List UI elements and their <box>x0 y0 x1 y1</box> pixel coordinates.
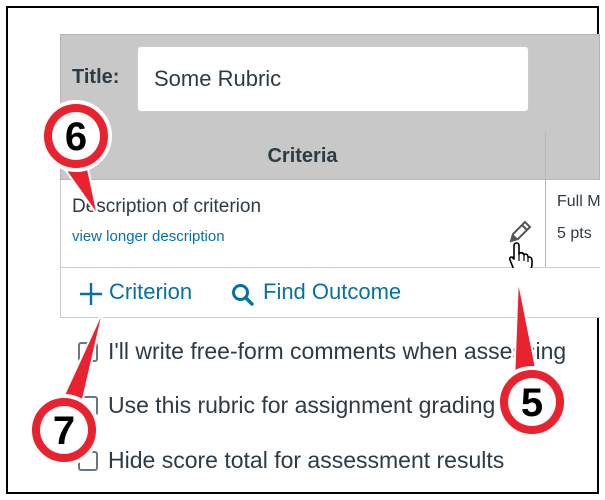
callout-5: 5 <box>496 277 568 438</box>
search-icon[interactable] <box>231 283 255 312</box>
title-input[interactable]: Some Rubric <box>137 46 529 112</box>
callout-7-number: 7 <box>53 409 75 453</box>
callout-5-number: 5 <box>521 381 543 425</box>
column-divider <box>545 132 546 268</box>
view-longer-description-link[interactable]: view longer description <box>72 228 225 245</box>
callout-7: 7 <box>28 307 105 466</box>
use-for-grading-label: Use this rubric for assignment grading <box>108 392 496 418</box>
rating-points: 5 pts <box>557 225 592 242</box>
title-label: Title: <box>72 66 120 88</box>
callout-6-number: 6 <box>65 115 87 159</box>
hide-score-total-label: Hide score total for assessment results <box>108 447 505 473</box>
callout-6: 6 <box>40 100 112 217</box>
find-outcome-button[interactable]: Find Outcome <box>263 279 401 305</box>
rating-name: Full M <box>557 193 601 210</box>
